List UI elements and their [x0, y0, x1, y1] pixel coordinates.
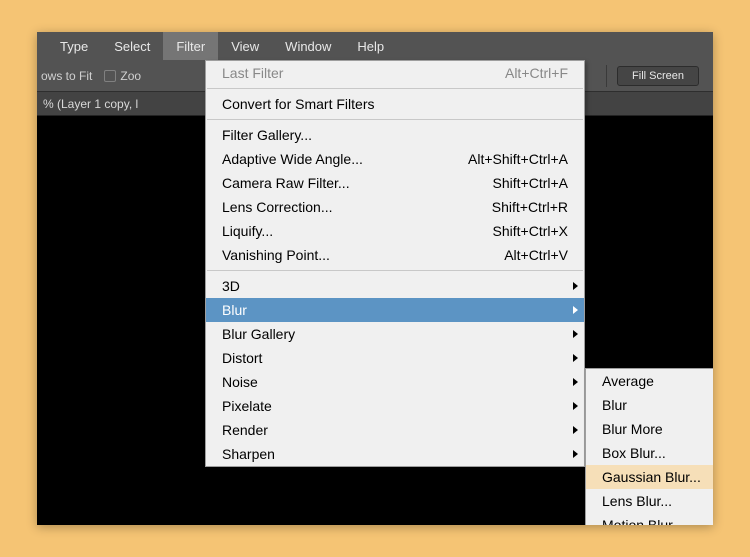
filter-menu: Last Filter Alt+Ctrl+F Convert for Smart…: [205, 60, 585, 467]
submenu-arrow-icon: [573, 426, 578, 434]
menu-item-last-filter[interactable]: Last Filter Alt+Ctrl+F: [206, 61, 584, 85]
menu-item[interactable]: Adaptive Wide Angle...Alt+Shift+Ctrl+A: [206, 147, 584, 171]
menu-item-distort[interactable]: Distort: [206, 346, 584, 370]
zoom-checkbox[interactable]: Zoo: [104, 69, 141, 83]
options-text-fragment: ows to Fit: [37, 69, 92, 83]
menubar-item-type[interactable]: Type: [47, 32, 101, 60]
menu-item-convert-smart-filters[interactable]: Convert for Smart Filters: [206, 92, 584, 116]
app-window: TypeSelectFilterViewWindowHelp ows to Fi…: [37, 32, 713, 525]
menubar: TypeSelectFilterViewWindowHelp: [37, 32, 713, 60]
blur-submenu: AverageBlurBlur MoreBox Blur...Gaussian …: [585, 368, 713, 525]
menu-item-pixelate[interactable]: Pixelate: [206, 394, 584, 418]
submenu-item-lens-blur[interactable]: Lens Blur...: [586, 489, 713, 513]
submenu-arrow-icon: [573, 402, 578, 410]
menu-item[interactable]: Lens Correction...Shift+Ctrl+R: [206, 195, 584, 219]
submenu-arrow-icon: [573, 330, 578, 338]
submenu-item-box-blur[interactable]: Box Blur...: [586, 441, 713, 465]
submenu-arrow-icon: [573, 282, 578, 290]
document-tab[interactable]: % (Layer 1 copy, l: [43, 97, 138, 111]
submenu-arrow-icon: [573, 354, 578, 362]
menu-separator: [207, 88, 583, 89]
submenu-item-gaussian-blur[interactable]: Gaussian Blur...: [586, 465, 713, 489]
checkbox-icon: [104, 70, 116, 82]
menu-item-noise[interactable]: Noise: [206, 370, 584, 394]
menubar-item-window[interactable]: Window: [272, 32, 344, 60]
menu-item-blur-gallery[interactable]: Blur Gallery: [206, 322, 584, 346]
menubar-item-select[interactable]: Select: [101, 32, 163, 60]
submenu-arrow-icon: [573, 378, 578, 386]
menu-item-render[interactable]: Render: [206, 418, 584, 442]
menu-item[interactable]: Vanishing Point...Alt+Ctrl+V: [206, 243, 584, 267]
menu-separator: [207, 119, 583, 120]
submenu-item-motion-blur[interactable]: Motion Blur...: [586, 513, 713, 525]
vertical-divider: [606, 65, 607, 87]
menubar-item-help[interactable]: Help: [344, 32, 397, 60]
submenu-item-blur[interactable]: Blur: [586, 393, 713, 417]
submenu-item-average[interactable]: Average: [586, 369, 713, 393]
menu-separator: [207, 270, 583, 271]
menubar-item-filter[interactable]: Filter: [163, 32, 218, 60]
submenu-item-blur-more[interactable]: Blur More: [586, 417, 713, 441]
menu-item[interactable]: Filter Gallery...: [206, 123, 584, 147]
fill-screen-button[interactable]: Fill Screen: [617, 66, 699, 86]
menu-item[interactable]: Camera Raw Filter...Shift+Ctrl+A: [206, 171, 584, 195]
menu-item[interactable]: Liquify...Shift+Ctrl+X: [206, 219, 584, 243]
menu-item-3d[interactable]: 3D: [206, 274, 584, 298]
submenu-arrow-icon: [573, 306, 578, 314]
menu-item-sharpen[interactable]: Sharpen: [206, 442, 584, 466]
menu-item-blur[interactable]: Blur: [206, 298, 584, 322]
submenu-arrow-icon: [573, 450, 578, 458]
menubar-item-view[interactable]: View: [218, 32, 272, 60]
